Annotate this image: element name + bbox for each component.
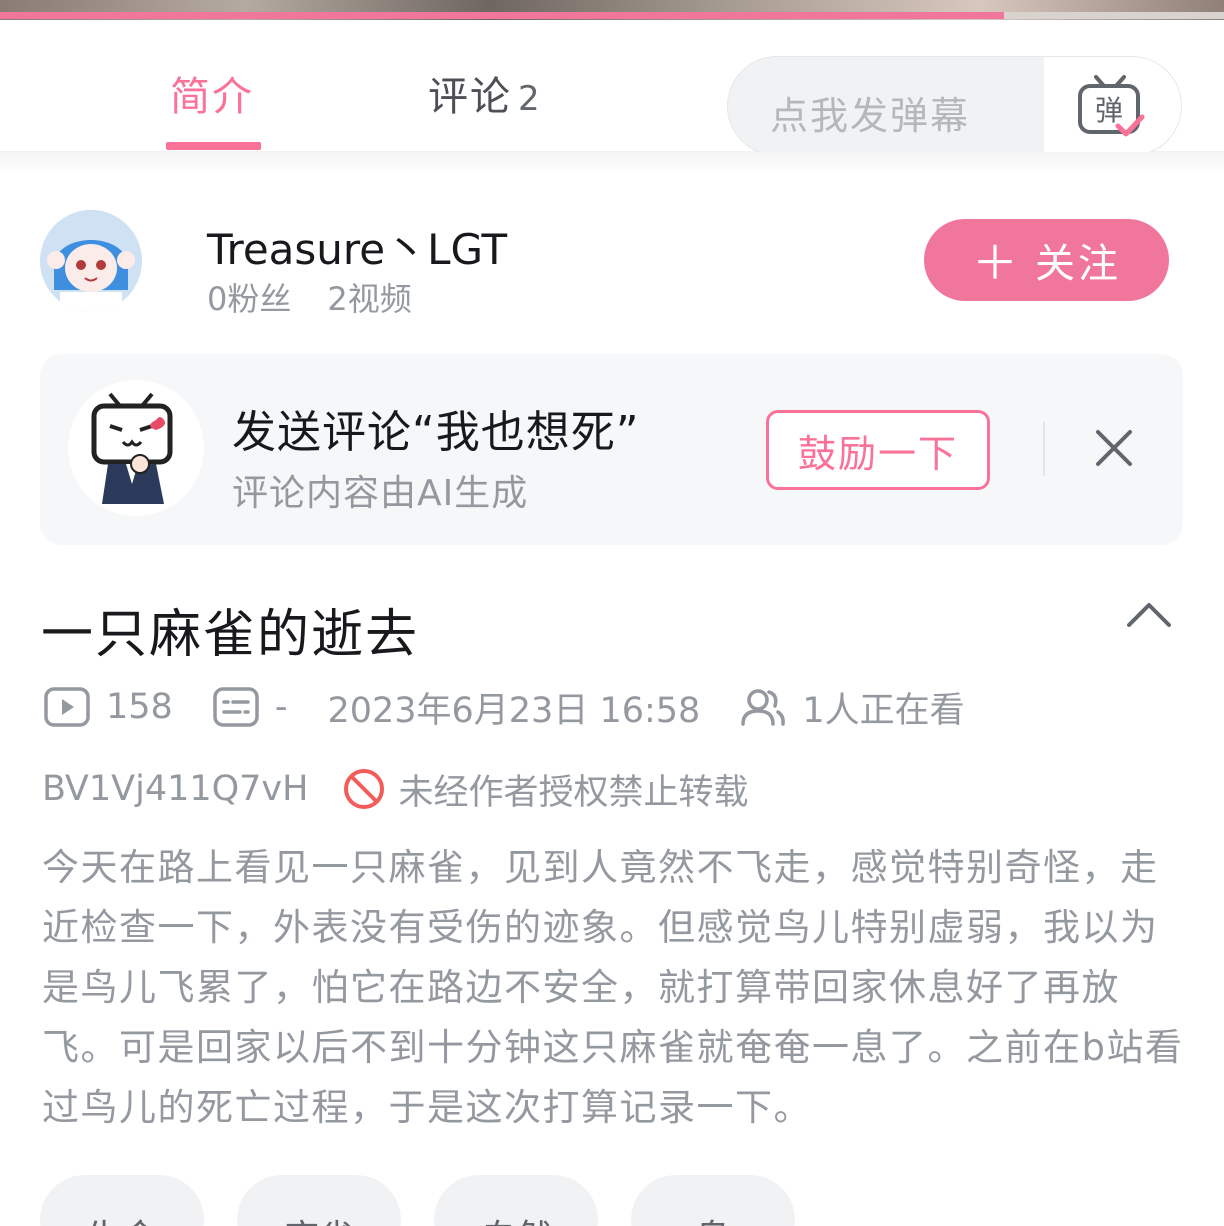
avatar-illustration	[40, 210, 142, 312]
tag-list: 生命 麻雀 自然 鸟	[40, 1175, 828, 1226]
close-icon[interactable]	[1094, 428, 1134, 468]
bvid[interactable]: BV1Vj411Q7vH	[42, 769, 308, 809]
follow-label: 关注	[1035, 241, 1121, 287]
copyright-text: 未经作者授权禁止转载	[398, 772, 749, 813]
tab-intro[interactable]: 简介	[170, 64, 254, 122]
video-description: 今天在路上看见一只麻雀，见到人竟然不飞走，感觉特别奇怪，走近检查一下，外表没有受…	[42, 846, 1184, 1129]
publish-time: 2023年6月23日 16:58	[327, 690, 701, 731]
danmaku-toggle-icon: 弹	[1078, 75, 1145, 137]
playback-progress-fill	[0, 12, 1004, 19]
no-repost-icon	[344, 769, 385, 809]
danmaku-toggle-button[interactable]: 弹	[1044, 57, 1181, 155]
play-count: 158	[106, 687, 173, 727]
tab-comments-label: 评论	[428, 74, 512, 120]
encourage-button[interactable]: 鼓励一下	[766, 410, 990, 490]
video-meta: BV1Vj411Q7vH 未经作者授权禁止转载	[42, 764, 748, 814]
tag-chip[interactable]: 鸟	[631, 1175, 795, 1226]
uploader-avatar[interactable]	[40, 210, 142, 312]
video-title: 一只麻雀的逝去	[41, 605, 420, 665]
uploader-videos: 2视频	[327, 280, 412, 318]
danmaku-bar: 点我发弹幕 弹	[727, 56, 1182, 156]
danmaku-input[interactable]: 点我发弹幕	[770, 85, 970, 140]
tabs-header: 简介 评论 2 点我发弹幕 弹	[0, 20, 1224, 156]
uploader-fans: 0粉丝	[207, 280, 292, 318]
play-count-icon	[44, 687, 90, 727]
danmaku-count: -	[274, 687, 288, 727]
card-divider	[1043, 422, 1045, 476]
playback-progress-bar[interactable]	[0, 12, 1224, 19]
chevron-up-icon[interactable]	[1126, 600, 1172, 630]
danmaku-count-icon	[213, 687, 259, 727]
mascot-icon	[68, 380, 204, 516]
comment-count: 2	[518, 79, 542, 119]
svg-text:弹: 弹	[1095, 94, 1123, 127]
header-shadow	[0, 152, 1224, 174]
active-tab-indicator	[166, 142, 261, 150]
uploader-stats: 0粉丝 2视频	[207, 274, 412, 320]
tag-chip[interactable]: 生命	[40, 1175, 204, 1226]
copyright-notice: 未经作者授权禁止转载	[342, 764, 748, 815]
viewers-icon	[740, 687, 786, 727]
tab-comments[interactable]: 评论 2	[428, 64, 542, 122]
ai-comment-subtitle: 评论内容由AI生成	[232, 473, 529, 514]
follow-button[interactable]: ＋ 关注	[924, 219, 1169, 301]
watching-count: 1人正在看	[802, 690, 965, 731]
ai-comment-card: 发送评论“我也想死” 评论内容由AI生成 鼓励一下	[40, 354, 1183, 545]
tag-chip[interactable]: 麻雀	[237, 1175, 401, 1226]
video-stats: 158 - 2023年6月23日 16:58 1人正在看	[44, 682, 965, 732]
ai-comment-title: 发送评论“我也想死”	[232, 407, 640, 458]
uploader-name[interactable]: Treasure丶LGT	[207, 216, 507, 277]
tag-chip[interactable]: 自然	[434, 1175, 598, 1226]
plus-icon: ＋	[972, 236, 1021, 290]
